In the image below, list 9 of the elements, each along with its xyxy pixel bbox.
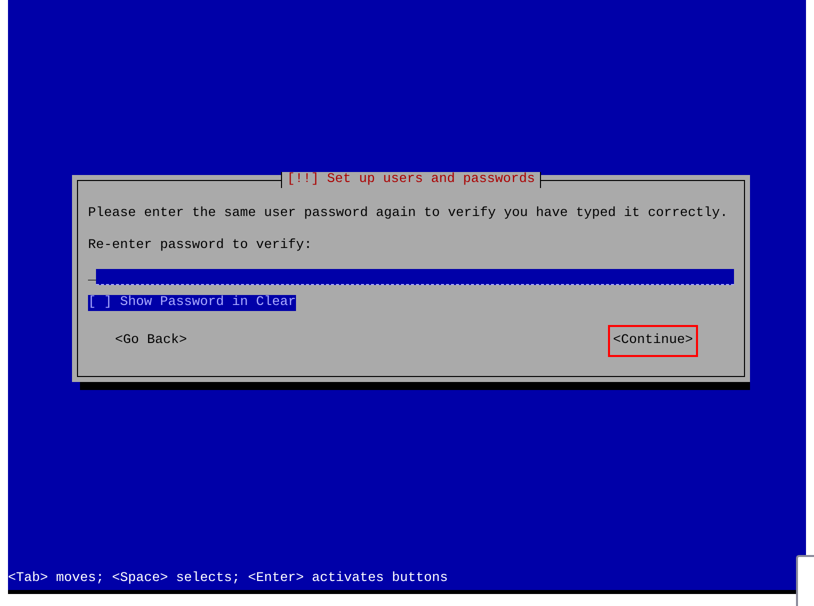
dialog-button[interactable]: <Go Back> bbox=[110, 325, 192, 357]
prompt-label: Re-enter password to verify: bbox=[88, 238, 313, 254]
instruction-text: Please enter the same user password again to verify you have typed it correctly. bbox=[88, 206, 729, 222]
key-help-text: <Tab> moves; <Space> selects; <Enter> activates buttons bbox=[8, 571, 448, 587]
show-password-checkbox[interactable]: [ ] Show Password in Clear bbox=[88, 295, 296, 311]
dialog-button[interactable]: <Continue> bbox=[608, 325, 698, 357]
password-field[interactable] bbox=[96, 269, 734, 285]
dialog-title: [!!] Set up users and passwords bbox=[281, 172, 541, 188]
text-cursor: _ bbox=[88, 269, 96, 285]
